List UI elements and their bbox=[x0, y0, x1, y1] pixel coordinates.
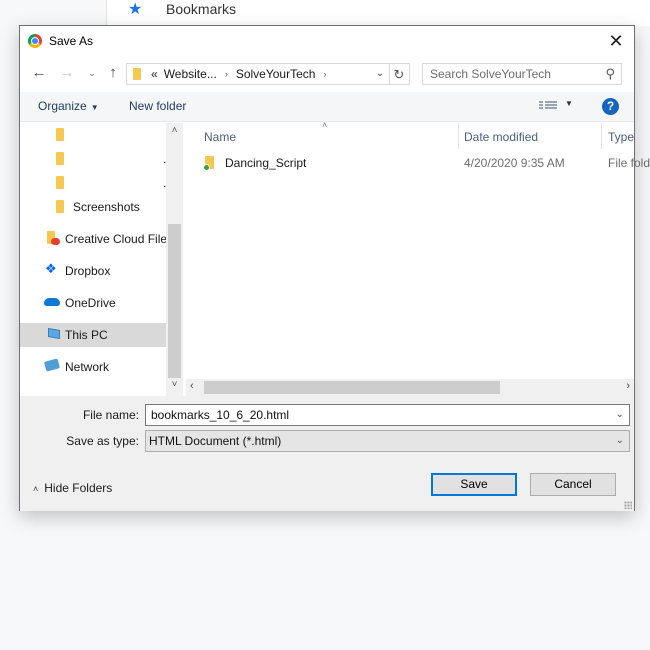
scroll-up-arrow[interactable]: ˄ bbox=[166, 125, 183, 136]
hide-folders-button[interactable]: ˄ Hide Folders bbox=[33, 481, 112, 495]
hide-folders-label: Hide Folders bbox=[44, 481, 113, 495]
save-button[interactable]: Save bbox=[431, 473, 517, 496]
new-folder-button[interactable]: New folder bbox=[129, 99, 186, 113]
file-name: Dancing_Script bbox=[225, 156, 307, 170]
creative-cloud-badge-icon bbox=[51, 238, 60, 245]
chrome-icon bbox=[28, 34, 42, 48]
help-button[interactable]: ? bbox=[602, 98, 619, 115]
dialog-title: Save As bbox=[49, 34, 94, 48]
column-divider[interactable] bbox=[601, 123, 602, 149]
breadcrumb-website[interactable]: Website... bbox=[164, 67, 217, 81]
navigation-pane-scrollbar[interactable]: ˄ ˅ bbox=[166, 123, 183, 396]
search-icon[interactable]: ⚲ bbox=[605, 66, 615, 82]
save-as-type-value: HTML Document (*.html) bbox=[149, 434, 282, 448]
dropbox-icon: ❖ bbox=[45, 261, 57, 276]
back-button[interactable]: ← bbox=[30, 63, 48, 83]
sync-status-icon bbox=[203, 164, 210, 171]
recent-locations-button[interactable]: ⌄ bbox=[83, 63, 101, 83]
scroll-right-arrow[interactable]: › bbox=[626, 380, 630, 392]
save-as-dialog: Save As ✕ ← → ⌄ ↑ « Website... › SolveYo… bbox=[19, 25, 650, 511]
file-name-dropdown-arrow[interactable]: ⌄ bbox=[616, 405, 624, 425]
bookmarks-label: Bookmarks bbox=[166, 1, 237, 17]
breadcrumb-separator[interactable]: › bbox=[225, 69, 228, 79]
nav-item-onedrive[interactable]: OneDrive bbox=[20, 291, 166, 315]
nav-item-dropbox[interactable]: ❖ Dropbox bbox=[20, 259, 166, 283]
view-options-icon[interactable] bbox=[539, 100, 557, 112]
address-dropdown-button[interactable]: ⌄ bbox=[370, 63, 390, 85]
star-icon: ★ bbox=[128, 1, 143, 18]
chevron-up-icon: ˄ bbox=[33, 484, 39, 494]
file-list-horizontal-scrollbar[interactable]: ‹ › bbox=[186, 379, 634, 396]
refresh-button[interactable]: ↻ bbox=[389, 63, 410, 85]
folder-icon bbox=[56, 128, 64, 141]
file-date-modified: 4/20/2020 9:35 AM bbox=[464, 156, 565, 170]
close-button[interactable]: ✕ bbox=[606, 31, 626, 51]
scroll-down-arrow[interactable]: ˅ bbox=[166, 379, 183, 390]
nav-item-folder-2[interactable]: . bbox=[20, 147, 166, 171]
nav-item-label: Dropbox bbox=[65, 264, 111, 278]
sort-ascending-icon: ˄ bbox=[322, 120, 328, 130]
file-type: File folder bbox=[608, 156, 650, 170]
column-header-name[interactable]: Name bbox=[204, 130, 236, 144]
navigation-bar: ← → ⌄ ↑ « Website... › SolveYourTech › ⌄… bbox=[20, 59, 634, 89]
save-as-type-select[interactable]: HTML Document (*.html) ⌄ bbox=[145, 430, 630, 452]
up-button[interactable]: ↑ bbox=[104, 63, 122, 83]
nav-item-label: This PC bbox=[65, 328, 108, 342]
file-name-label: File name: bbox=[82, 408, 139, 422]
dropdown-arrow-icon: ▼ bbox=[90, 103, 99, 112]
command-bar: Organize ▼ New folder ▼ ? bbox=[20, 92, 634, 122]
bookmarks-menu-item[interactable]: ★ Bookmarks bbox=[128, 0, 236, 18]
save-as-type-dropdown-arrow[interactable]: ⌄ bbox=[616, 431, 624, 451]
column-header-type[interactable]: Type bbox=[608, 130, 634, 144]
organize-label: Organize bbox=[38, 99, 87, 113]
column-divider[interactable] bbox=[458, 123, 459, 149]
file-row[interactable]: Dancing_Script 4/20/2020 9:35 AM File fo… bbox=[186, 152, 650, 174]
scrollbar-thumb[interactable] bbox=[168, 224, 181, 378]
nav-item-label: OneDrive bbox=[65, 296, 116, 310]
folder-icon bbox=[56, 152, 64, 165]
scrollbar-thumb[interactable] bbox=[204, 381, 500, 394]
title-bar: Save As ✕ bbox=[20, 26, 634, 56]
nav-item-network[interactable]: Network bbox=[20, 355, 166, 379]
folder-icon bbox=[56, 200, 64, 213]
view-dropdown-arrow[interactable]: ▼ bbox=[565, 99, 573, 108]
breadcrumb-overflow[interactable]: « bbox=[151, 67, 158, 81]
nav-item-folder-3[interactable]: . bbox=[20, 171, 166, 195]
nav-item-screenshots[interactable]: Screenshots bbox=[20, 195, 166, 219]
cancel-button[interactable]: Cancel bbox=[530, 473, 616, 496]
navigation-pane: . . Screenshots Creative Cloud Files ❖ D… bbox=[20, 123, 184, 395]
chrome-sidebar-background bbox=[0, 0, 106, 26]
file-list: ˄ Name Date modified Type Dancing_Script… bbox=[186, 120, 650, 379]
address-bar[interactable]: « Website... › SolveYourTech › bbox=[126, 63, 390, 85]
folder-icon bbox=[56, 176, 64, 189]
network-icon bbox=[43, 358, 61, 372]
computer-icon bbox=[48, 327, 60, 340]
save-form-area: File name: bookmarks_10_6_20.html ⌄ Save… bbox=[20, 396, 634, 511]
search-placeholder: Search SolveYourTech bbox=[430, 67, 551, 81]
forward-button[interactable]: → bbox=[58, 63, 76, 83]
nav-item-folder-1[interactable] bbox=[20, 123, 166, 147]
file-name-input[interactable]: bookmarks_10_6_20.html ⌄ bbox=[145, 404, 630, 426]
onedrive-icon bbox=[44, 298, 60, 306]
column-headers: ˄ Name Date modified Type bbox=[186, 120, 634, 149]
nav-item-label: Network bbox=[65, 360, 110, 374]
breadcrumb-solveyourtech[interactable]: SolveYourTech bbox=[236, 67, 316, 81]
nav-item-label: Screenshots bbox=[73, 200, 140, 214]
organize-button[interactable]: Organize ▼ bbox=[38, 99, 99, 113]
nav-item-this-pc[interactable]: This PC bbox=[20, 323, 166, 347]
file-name-value: bookmarks_10_6_20.html bbox=[151, 408, 290, 422]
nav-item-creative-cloud[interactable]: Creative Cloud Files bbox=[20, 227, 173, 251]
scroll-left-arrow[interactable]: ‹ bbox=[190, 380, 194, 392]
breadcrumb-separator[interactable]: › bbox=[323, 69, 326, 79]
column-header-date-modified[interactable]: Date modified bbox=[464, 130, 538, 144]
search-input[interactable]: Search SolveYourTech ⚲ bbox=[422, 63, 622, 85]
folder-icon bbox=[133, 68, 141, 80]
resize-grip[interactable] bbox=[624, 501, 632, 509]
nav-item-label: Creative Cloud Files bbox=[65, 232, 174, 246]
save-as-type-label: Save as type: bbox=[66, 434, 139, 448]
